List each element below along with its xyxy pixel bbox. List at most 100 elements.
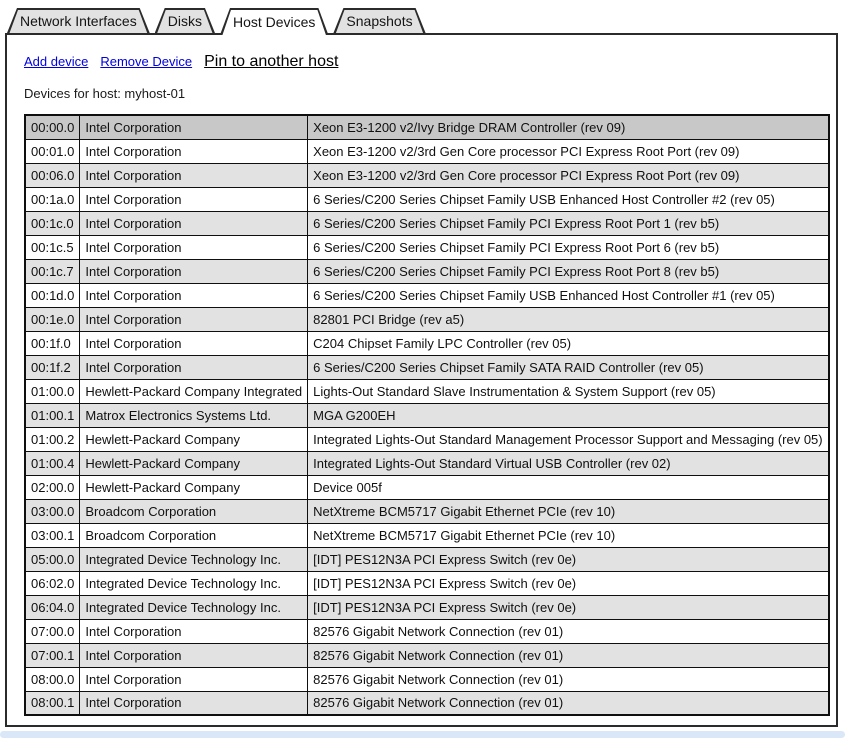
cell-address: 00:1f.0 xyxy=(25,331,80,355)
table-row[interactable]: 03:00.1Broadcom CorporationNetXtreme BCM… xyxy=(25,523,829,547)
tab-disks[interactable]: Disks xyxy=(155,8,215,33)
cell-vendor: Matrox Electronics Systems Ltd. xyxy=(80,403,308,427)
table-row[interactable]: 05:00.0Integrated Device Technology Inc.… xyxy=(25,547,829,571)
table-row[interactable]: 02:00.0Hewlett-Packard CompanyDevice 005… xyxy=(25,475,829,499)
cell-address: 03:00.0 xyxy=(25,499,80,523)
table-row[interactable]: 08:00.1Intel Corporation82576 Gigabit Ne… xyxy=(25,691,829,715)
cell-vendor: Integrated Device Technology Inc. xyxy=(80,547,308,571)
devices-for-host-label: Devices for host: myhost-01 xyxy=(24,86,836,101)
cell-address: 01:00.0 xyxy=(25,379,80,403)
cell-description: Lights-Out Standard Slave Instrumentatio… xyxy=(308,379,829,403)
cell-description: Integrated Lights-Out Standard Virtual U… xyxy=(308,451,829,475)
device-actions-toolbar: Add device Remove Device Pin to another … xyxy=(24,53,836,71)
tab-label: Host Devices xyxy=(233,14,315,30)
table-row[interactable]: 03:00.0Broadcom CorporationNetXtreme BCM… xyxy=(25,499,829,523)
table-row[interactable]: 00:1f.2Intel Corporation6 Series/C200 Se… xyxy=(25,355,829,379)
tab-network-interfaces[interactable]: Network Interfaces xyxy=(7,8,150,33)
tab-label: Disks xyxy=(168,13,202,29)
cell-vendor: Intel Corporation xyxy=(80,163,308,187)
cell-description: 82576 Gigabit Network Connection (rev 01… xyxy=(308,691,829,715)
tab-host-devices[interactable]: Host Devices xyxy=(220,8,328,35)
remove-device-link[interactable]: Remove Device xyxy=(100,54,192,69)
cell-address: 01:00.4 xyxy=(25,451,80,475)
cell-address: 02:00.0 xyxy=(25,475,80,499)
cell-description: Xeon E3-1200 v2/3rd Gen Core processor P… xyxy=(308,163,829,187)
cell-description: Device 005f xyxy=(308,475,829,499)
cell-address: 08:00.1 xyxy=(25,691,80,715)
table-row[interactable]: 00:01.0Intel CorporationXeon E3-1200 v2/… xyxy=(25,139,829,163)
horizontal-scrollbar[interactable] xyxy=(0,731,845,738)
cell-address: 03:00.1 xyxy=(25,523,80,547)
table-row[interactable]: 00:1c.5Intel Corporation6 Series/C200 Se… xyxy=(25,235,829,259)
table-row[interactable]: 00:1c.0Intel Corporation6 Series/C200 Se… xyxy=(25,211,829,235)
table-row[interactable]: 00:00.0Intel CorporationXeon E3-1200 v2/… xyxy=(25,115,829,139)
cell-vendor: Intel Corporation xyxy=(80,259,308,283)
cell-address: 06:02.0 xyxy=(25,571,80,595)
cell-description: NetXtreme BCM5717 Gigabit Ethernet PCIe … xyxy=(308,523,829,547)
cell-vendor: Intel Corporation xyxy=(80,139,308,163)
cell-vendor: Hewlett-Packard Company xyxy=(80,475,308,499)
cell-address: 00:1a.0 xyxy=(25,187,80,211)
cell-vendor: Intel Corporation xyxy=(80,619,308,643)
cell-description: 6 Series/C200 Series Chipset Family PCI … xyxy=(308,235,829,259)
cell-address: 07:00.1 xyxy=(25,643,80,667)
cell-vendor: Broadcom Corporation xyxy=(80,523,308,547)
table-row[interactable]: 00:1d.0Intel Corporation6 Series/C200 Se… xyxy=(25,283,829,307)
table-row[interactable]: 06:04.0Integrated Device Technology Inc.… xyxy=(25,595,829,619)
cell-description: Xeon E3-1200 v2/3rd Gen Core processor P… xyxy=(308,139,829,163)
cell-vendor: Hewlett-Packard Company xyxy=(80,427,308,451)
cell-description: [IDT] PES12N3A PCI Express Switch (rev 0… xyxy=(308,571,829,595)
cell-address: 00:01.0 xyxy=(25,139,80,163)
table-row[interactable]: 06:02.0Integrated Device Technology Inc.… xyxy=(25,571,829,595)
cell-description: 82801 PCI Bridge (rev a5) xyxy=(308,307,829,331)
cell-description: 6 Series/C200 Series Chipset Family USB … xyxy=(308,283,829,307)
cell-description: 6 Series/C200 Series Chipset Family PCI … xyxy=(308,211,829,235)
table-row[interactable]: 01:00.2Hewlett-Packard CompanyIntegrated… xyxy=(25,427,829,451)
table-row[interactable]: 01:00.4Hewlett-Packard CompanyIntegrated… xyxy=(25,451,829,475)
cell-vendor: Hewlett-Packard Company Integrated xyxy=(80,379,308,403)
cell-address: 05:00.0 xyxy=(25,547,80,571)
table-row[interactable]: 00:1c.7Intel Corporation6 Series/C200 Se… xyxy=(25,259,829,283)
device-table-body: 00:00.0Intel CorporationXeon E3-1200 v2/… xyxy=(25,115,829,715)
table-row[interactable]: 08:00.0Intel Corporation82576 Gigabit Ne… xyxy=(25,667,829,691)
cell-description: [IDT] PES12N3A PCI Express Switch (rev 0… xyxy=(308,595,829,619)
table-row[interactable]: 01:00.1Matrox Electronics Systems Ltd.MG… xyxy=(25,403,829,427)
table-row[interactable]: 00:1e.0Intel Corporation82801 PCI Bridge… xyxy=(25,307,829,331)
cell-description: 6 Series/C200 Series Chipset Family USB … xyxy=(308,187,829,211)
cell-description: C204 Chipset Family LPC Controller (rev … xyxy=(308,331,829,355)
pin-to-another-host-link[interactable]: Pin to another host xyxy=(204,53,338,71)
cell-vendor: Integrated Device Technology Inc. xyxy=(80,571,308,595)
tab-label: Network Interfaces xyxy=(20,13,137,29)
cell-vendor: Intel Corporation xyxy=(80,283,308,307)
cell-vendor: Intel Corporation xyxy=(80,331,308,355)
cell-address: 08:00.0 xyxy=(25,667,80,691)
cell-vendor: Intel Corporation xyxy=(80,667,308,691)
cell-description: NetXtreme BCM5717 Gigabit Ethernet PCIe … xyxy=(308,499,829,523)
table-row[interactable]: 07:00.0Intel Corporation82576 Gigabit Ne… xyxy=(25,619,829,643)
cell-address: 00:00.0 xyxy=(25,115,80,139)
cell-address: 00:1c.0 xyxy=(25,211,80,235)
table-row[interactable]: 07:00.1Intel Corporation82576 Gigabit Ne… xyxy=(25,643,829,667)
cell-description: 82576 Gigabit Network Connection (rev 01… xyxy=(308,619,829,643)
cell-address: 00:06.0 xyxy=(25,163,80,187)
table-row[interactable]: 00:1f.0Intel CorporationC204 Chipset Fam… xyxy=(25,331,829,355)
cell-description: [IDT] PES12N3A PCI Express Switch (rev 0… xyxy=(308,547,829,571)
add-device-link[interactable]: Add device xyxy=(24,54,88,69)
device-table: 00:00.0Intel CorporationXeon E3-1200 v2/… xyxy=(24,114,830,716)
cell-address: 06:04.0 xyxy=(25,595,80,619)
tab-bar: Network Interfaces Disks Host Devices Sn… xyxy=(5,8,426,33)
cell-vendor: Intel Corporation xyxy=(80,187,308,211)
cell-description: 82576 Gigabit Network Connection (rev 01… xyxy=(308,667,829,691)
table-row[interactable]: 00:1a.0Intel Corporation6 Series/C200 Se… xyxy=(25,187,829,211)
cell-description: 6 Series/C200 Series Chipset Family SATA… xyxy=(308,355,829,379)
cell-address: 00:1c.5 xyxy=(25,235,80,259)
cell-address: 01:00.2 xyxy=(25,427,80,451)
cell-vendor: Integrated Device Technology Inc. xyxy=(80,595,308,619)
tab-snapshots[interactable]: Snapshots xyxy=(333,8,425,33)
cell-description: Xeon E3-1200 v2/Ivy Bridge DRAM Controll… xyxy=(308,115,829,139)
cell-description: Integrated Lights-Out Standard Managemen… xyxy=(308,427,829,451)
cell-address: 00:1c.7 xyxy=(25,259,80,283)
table-row[interactable]: 01:00.0Hewlett-Packard Company Integrate… xyxy=(25,379,829,403)
cell-description: MGA G200EH xyxy=(308,403,829,427)
table-row[interactable]: 00:06.0Intel CorporationXeon E3-1200 v2/… xyxy=(25,163,829,187)
